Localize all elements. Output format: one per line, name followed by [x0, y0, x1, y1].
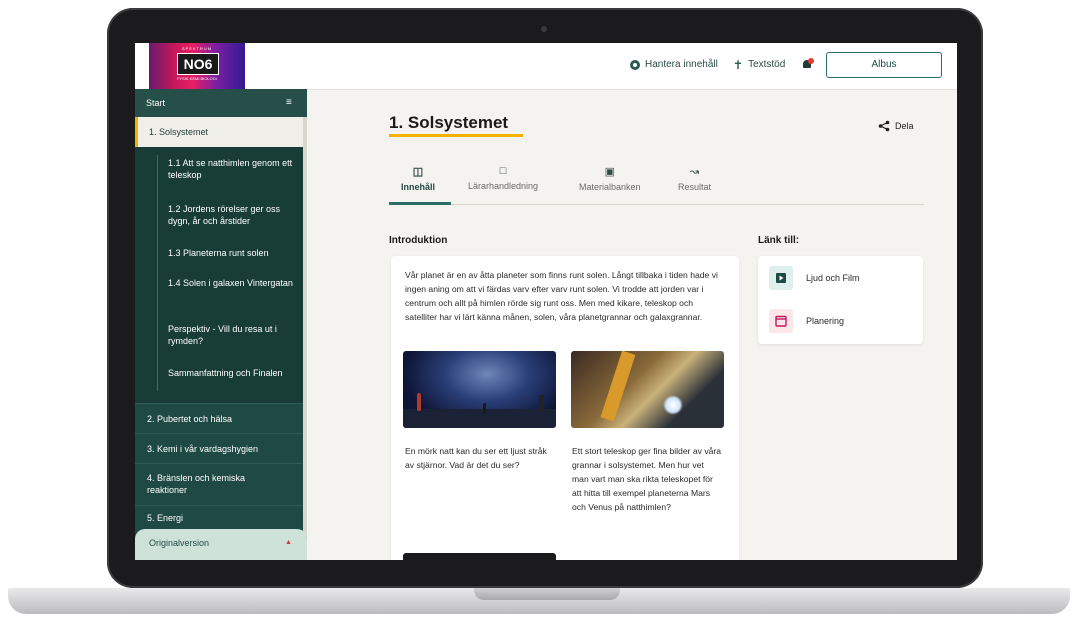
- sidebar-subitem[interactable]: 1.3 Planeterna runt solen: [168, 247, 296, 259]
- sidebar-subitem[interactable]: 1.4 Solen i galaxen Vintergatan: [168, 277, 296, 289]
- tabs-divider: [389, 204, 924, 205]
- image-caption: Ett stort teleskop ger fina bilder av vå…: [572, 446, 722, 512]
- tab-label: Lärarhandledning: [468, 181, 539, 191]
- sidebar-chapter[interactable]: 5. Energi: [135, 505, 303, 529]
- caret-up-icon: ▲: [285, 539, 292, 546]
- sidebar-subsection: 1.1 Att se natthimlen genom ett teleskop…: [135, 147, 303, 403]
- sidebar-chapter[interactable]: 4. Bränslen och kemiska reaktioner: [135, 463, 303, 505]
- link-label: Planering: [806, 316, 845, 326]
- collapse-menu-icon[interactable]: ≡: [286, 97, 292, 108]
- sidebar-subitem[interactable]: Perspektiv - Vill du resa ut i rymden?: [168, 323, 296, 347]
- image-caption: En mörk natt kan du ser ett ljust stråk …: [405, 446, 547, 470]
- active-tab-indicator: [389, 202, 451, 205]
- folder-icon: ▣: [604, 166, 615, 178]
- link-ljud-och-film[interactable]: Ljud och Film: [769, 266, 919, 292]
- notification-badge: [808, 58, 814, 64]
- manage-content-label: Hantera innehåll: [645, 59, 718, 70]
- link-label: Ljud och Film: [806, 273, 860, 283]
- presentation-icon: □: [499, 165, 507, 177]
- tab-label: Materialbanken: [579, 182, 641, 192]
- person-icon: ✝: [733, 57, 744, 72]
- tab-label: Innehåll: [401, 182, 436, 192]
- sidebar-item-solsystemet[interactable]: 1. Solsystemet: [135, 117, 303, 147]
- sidebar-chapter[interactable]: 2. Pubertet och hälsa: [135, 403, 303, 433]
- camera-dot: [541, 26, 547, 32]
- sidebar-chapter[interactable]: 3. Kemi i vår vardagshygien: [135, 433, 303, 463]
- book-icon: ◫: [412, 166, 424, 178]
- page-title: 1. Solsystemet: [389, 113, 509, 132]
- link-planering[interactable]: Planering: [769, 309, 919, 335]
- share-icon: [878, 120, 890, 132]
- intro-heading: Introduktion: [389, 235, 448, 246]
- gear-icon: [630, 59, 640, 70]
- manage-content-button[interactable]: Hantera innehåll: [630, 59, 718, 70]
- textstod-label: Textstöd: [748, 59, 786, 70]
- logo-bottom-text: FYSIK KEMI BIOLOGI: [176, 76, 217, 81]
- tab-lararhandledning[interactable]: □ Lärarhandledning: [468, 165, 538, 191]
- play-icon: [769, 266, 793, 290]
- textstod-button[interactable]: ✝ Textstöd: [733, 57, 786, 72]
- telescope-image[interactable]: [571, 351, 724, 428]
- title-underline: [389, 134, 523, 137]
- top-header: SPEKTRUM NO6 FYSIK KEMI BIOLOGI Hantera …: [135, 43, 957, 90]
- sidebar-subitem[interactable]: 1.1 Att se natthimlen genom ett teleskop: [168, 157, 296, 181]
- sidebar-start-label: Start: [146, 98, 166, 108]
- sidebar-subitem[interactable]: Sammanfattning och Finalen: [168, 367, 296, 379]
- intro-card: Vår planet är en av åtta planeter som fi…: [391, 256, 739, 560]
- milky-way-image[interactable]: [403, 351, 556, 428]
- screen: SPEKTRUM NO6 FYSIK KEMI BIOLOGI Hantera …: [135, 43, 957, 560]
- bell-icon[interactable]: [802, 58, 814, 70]
- tab-materialbanken[interactable]: ▣ Materialbanken: [579, 165, 641, 192]
- links-card: Ljud och Film Planering: [758, 256, 923, 344]
- video-thumbnail[interactable]: [403, 553, 556, 560]
- user-button[interactable]: Albus: [826, 52, 942, 78]
- share-label: Dela: [895, 121, 914, 131]
- sidebar-scrollbar[interactable]: [303, 117, 307, 537]
- subsection-line: [157, 155, 158, 391]
- sidebar: Start ≡ 1. Solsystemet 1.1 Att se natthi…: [135, 89, 307, 560]
- tab-label: Resultat: [678, 182, 712, 192]
- original-version-label: Originalversion: [149, 538, 210, 548]
- sidebar-subitem[interactable]: 1.2 Jordens rörelser ger oss dygn, år oc…: [168, 203, 296, 227]
- chart-icon: ↝: [689, 166, 700, 178]
- tab-innehall[interactable]: ◫ Innehåll: [401, 165, 435, 192]
- share-button[interactable]: Dela: [878, 120, 914, 132]
- laptop-notch: [474, 588, 620, 600]
- logo-main-text: NO6: [177, 53, 219, 75]
- brand-logo[interactable]: SPEKTRUM NO6 FYSIK KEMI BIOLOGI: [149, 43, 245, 89]
- link-heading: Länk till:: [758, 235, 800, 246]
- sidebar-start[interactable]: Start ≡: [135, 89, 307, 117]
- original-version-toggle[interactable]: Originalversion ▲: [135, 529, 307, 560]
- intro-text: Vår planet är en av åtta planeter som fi…: [405, 270, 718, 322]
- tab-resultat[interactable]: ↝ Resultat: [678, 165, 711, 192]
- calendar-icon: [769, 309, 793, 333]
- logo-top-text: SPEKTRUM: [181, 46, 213, 51]
